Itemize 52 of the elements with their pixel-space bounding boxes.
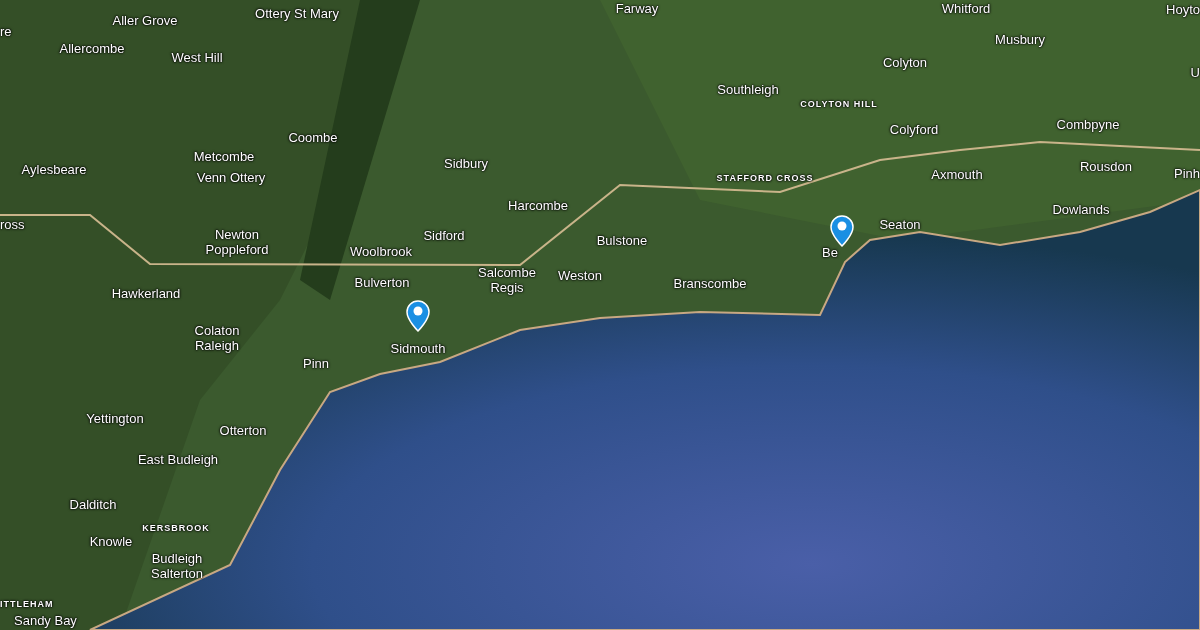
- place-label: Sidford: [423, 227, 465, 243]
- place-label: Bulstone: [596, 232, 648, 248]
- place-label: Colaton Raleigh: [193, 323, 241, 353]
- place-label: Sidbury: [443, 155, 489, 171]
- place-label: Woolbrook: [350, 243, 412, 259]
- area-label: ITTLEHAM: [0, 597, 54, 611]
- place-label: Whitford: [941, 0, 991, 16]
- place-label: Coombe: [288, 129, 338, 145]
- map-pin-icon[interactable]: [830, 215, 854, 247]
- place-label: re: [0, 23, 12, 39]
- place-label: Branscombe: [673, 275, 747, 291]
- place-label: Allercombe: [59, 40, 125, 56]
- place-label: Weston: [558, 267, 602, 283]
- place-label: Aylesbeare: [21, 161, 87, 177]
- place-label: U: [1190, 64, 1200, 80]
- place-label: Hoyto: [1166, 1, 1200, 17]
- place-label: Metcombe: [193, 148, 255, 164]
- place-label: Hawkerland: [111, 285, 181, 301]
- place-label: West Hill: [171, 49, 223, 65]
- place-label: Dowlands: [1052, 201, 1110, 217]
- area-label: KERSBROOK: [142, 521, 210, 535]
- place-label: Farway: [615, 0, 659, 16]
- place-label: Budleigh Salterton: [149, 551, 204, 581]
- place-label: Musbury: [995, 31, 1045, 47]
- place-label: Harcombe: [508, 197, 568, 213]
- place-label: Colyton: [882, 54, 928, 70]
- place-label: Pinh: [1173, 165, 1200, 181]
- place-label: Sandy Bay: [14, 612, 77, 628]
- place-label: Aller Grove: [112, 12, 178, 28]
- place-label: Ottery St Mary: [255, 5, 339, 21]
- place-label: Colyford: [889, 121, 939, 137]
- place-label: Salcombe Regis: [477, 265, 537, 295]
- place-label: East Budleigh: [137, 451, 219, 467]
- area-label: STAFFORD CROSS: [716, 171, 814, 185]
- place-label: Pinn: [303, 355, 329, 371]
- place-label: Knowle: [89, 533, 133, 549]
- place-label: ross: [0, 216, 25, 232]
- place-label: Yettington: [86, 410, 144, 426]
- area-label: COLYTON HILL: [800, 97, 878, 111]
- place-label: Sidmouth: [390, 340, 446, 356]
- place-label: Southleigh: [717, 81, 779, 97]
- place-label: Combpyne: [1056, 116, 1120, 132]
- place-label: Newton Poppleford: [204, 227, 270, 257]
- place-label: Rousdon: [1080, 158, 1132, 174]
- place-label: Otterton: [219, 422, 267, 438]
- place-label: Venn Ottery: [196, 169, 266, 185]
- place-label: Seaton: [879, 216, 921, 232]
- place-label: Dalditch: [69, 496, 117, 512]
- place-label: Be: [822, 244, 838, 260]
- map-pin-icon[interactable]: [406, 300, 430, 332]
- place-label: Axmouth: [931, 166, 983, 182]
- place-label: Bulverton: [354, 274, 410, 290]
